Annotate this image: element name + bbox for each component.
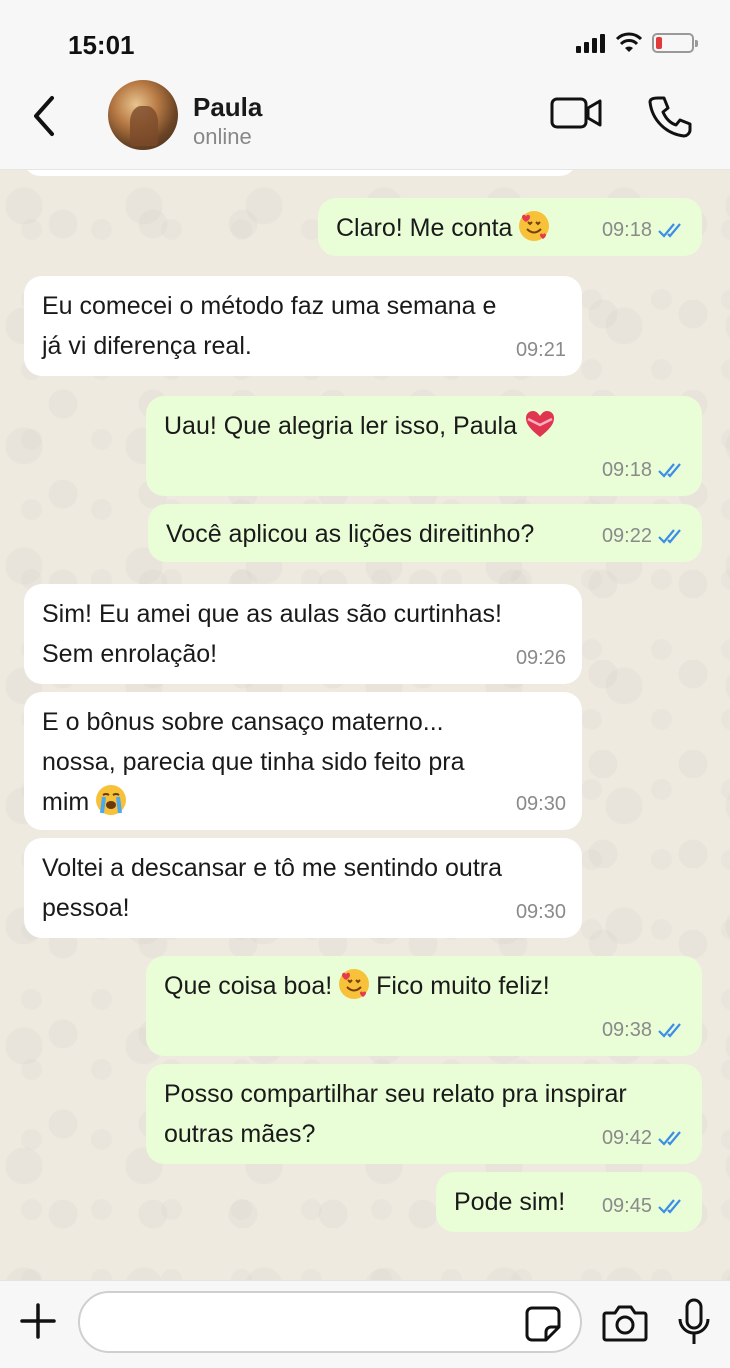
incoming-message[interactable]: Voltei a descansar e tô me sentindo outr… bbox=[24, 838, 582, 938]
loudly-crying-face-emoji bbox=[96, 785, 127, 815]
cellular-signal-icon bbox=[576, 33, 608, 53]
outgoing-message[interactable]: Pode sim! 09:45 bbox=[436, 1172, 702, 1232]
back-arrow-icon[interactable] bbox=[28, 94, 62, 138]
message-time: 09:30 bbox=[515, 793, 566, 815]
message-time: 09:18 bbox=[601, 459, 652, 481]
read-ticks-icon bbox=[658, 1199, 681, 1214]
message-text-after: Fico muito feliz! bbox=[376, 972, 550, 1000]
message-text: Uau! Que alegria ler isso, Paula bbox=[164, 412, 517, 440]
outgoing-message[interactable]: Você aplicou as lições direitinho? 09:22 bbox=[148, 504, 702, 562]
chat-messages-area[interactable]: Claro! Me conta 09:18 Eu comecei o métod… bbox=[0, 170, 730, 1280]
message-time: 09:45 bbox=[601, 1195, 652, 1217]
message-text: Voltei a descansar e tô me sentindo outr… bbox=[42, 854, 503, 922]
message-composer bbox=[0, 1280, 730, 1368]
smiling-face-with-hearts-emoji bbox=[519, 211, 550, 241]
read-ticks-icon bbox=[658, 529, 681, 544]
contact-status: online bbox=[193, 124, 252, 149]
incoming-message[interactable]: E o bônus sobre cansaço materno... nossa… bbox=[24, 692, 582, 830]
contact-name[interactable]: Paula bbox=[193, 92, 262, 123]
outgoing-message[interactable]: Claro! Me conta 09:18 bbox=[318, 198, 702, 256]
read-ticks-icon bbox=[658, 223, 681, 238]
outgoing-message[interactable]: Posso compartilhar seu relato pra inspir… bbox=[146, 1064, 702, 1164]
message-time: 09:21 bbox=[515, 339, 566, 361]
status-time: 15:01 bbox=[68, 30, 135, 60]
message-text-before: Que coisa boa! bbox=[164, 972, 333, 1000]
message-text: Claro! Me conta bbox=[336, 214, 513, 242]
message-input[interactable] bbox=[78, 1291, 582, 1353]
read-ticks-icon bbox=[658, 1023, 681, 1038]
read-ticks-icon bbox=[658, 1131, 681, 1146]
microphone-icon[interactable] bbox=[676, 1297, 712, 1347]
battery-icon bbox=[652, 33, 698, 53]
smiling-face-with-hearts-emoji bbox=[339, 969, 370, 999]
message-time: 09:30 bbox=[515, 901, 566, 923]
heart-with-ribbon-emoji bbox=[524, 409, 556, 439]
message-text: Eu comecei o método faz uma semana e já … bbox=[42, 292, 497, 360]
contact-avatar[interactable] bbox=[108, 80, 178, 150]
message-time: 09:18 bbox=[601, 219, 652, 241]
incoming-message[interactable]: Eu comecei o método faz uma semana e já … bbox=[24, 276, 582, 376]
outgoing-message[interactable]: Uau! Que alegria ler isso, Paula 09:18 bbox=[146, 396, 702, 496]
incoming-message[interactable]: Sim! Eu amei que as aulas são curtinhas!… bbox=[24, 584, 582, 684]
camera-icon[interactable] bbox=[602, 1303, 648, 1343]
plus-icon[interactable] bbox=[18, 1301, 58, 1341]
chat-header: Paula online bbox=[0, 80, 730, 170]
message-time: 09:26 bbox=[515, 647, 566, 669]
message-time: 09:38 bbox=[601, 1019, 652, 1041]
message-text: Sim! Eu amei que as aulas são curtinhas!… bbox=[42, 600, 502, 668]
previous-message-edge bbox=[24, 170, 576, 176]
video-call-icon[interactable] bbox=[550, 96, 602, 130]
outgoing-message[interactable]: Que coisa boa! Fico muito feliz! 09:38 bbox=[146, 956, 702, 1056]
message-time: 09:42 bbox=[601, 1127, 652, 1149]
wifi-icon bbox=[615, 32, 643, 52]
sticker-icon[interactable] bbox=[524, 1305, 562, 1343]
voice-call-icon[interactable] bbox=[648, 94, 692, 138]
status-bar: 15:01 bbox=[0, 0, 730, 80]
message-time: 09:22 bbox=[601, 525, 652, 547]
read-ticks-icon bbox=[658, 463, 681, 478]
